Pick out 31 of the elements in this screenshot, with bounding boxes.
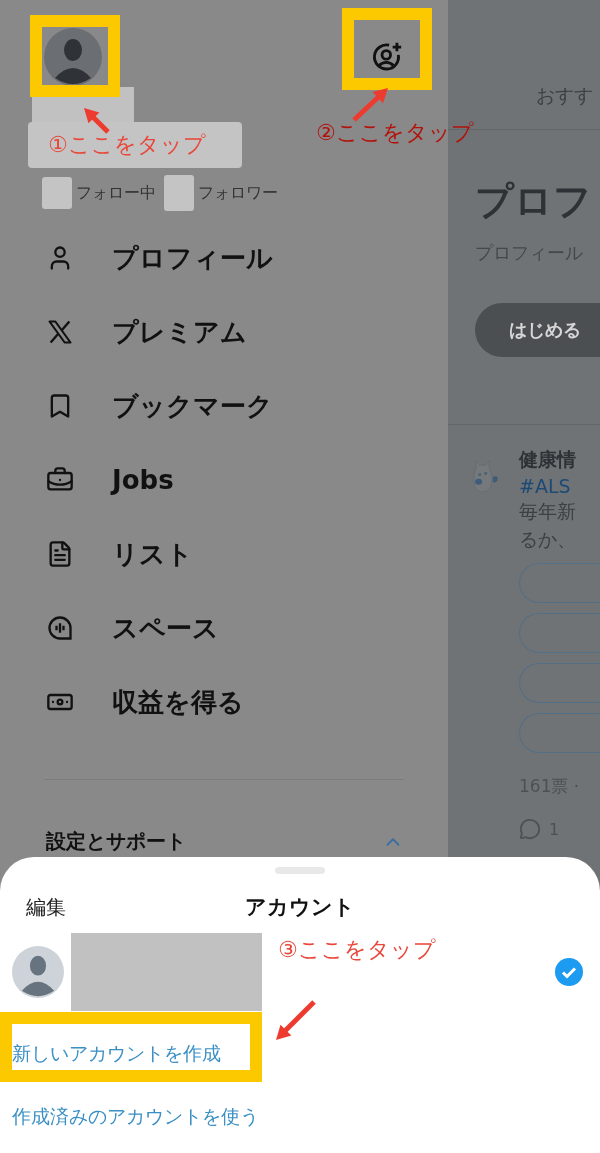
start-button[interactable]: はじめる — [475, 303, 600, 357]
edit-button[interactable]: 編集 — [26, 893, 66, 921]
menu-item[interactable]: プロフィール — [0, 221, 448, 295]
microphone-icon — [46, 614, 74, 642]
briefcase-icon — [46, 466, 74, 494]
post-author: 健康情 — [519, 447, 577, 472]
sheet-title: アカウント — [245, 894, 355, 921]
follow-label[interactable]: フォロー中 — [76, 182, 156, 204]
x-logo-icon — [46, 318, 74, 346]
promo-title: プロフ — [475, 178, 593, 225]
annotation-label: ①ここをタップ — [48, 131, 206, 159]
account-link[interactable]: 作成済みのアカウントを使う — [12, 1104, 600, 1130]
arrow — [276, 1000, 316, 1040]
menu-item[interactable]: スペース — [0, 591, 448, 665]
redaction-block — [164, 175, 194, 211]
annotation-label: ②ここをタップ — [316, 120, 474, 145]
annotation-label: ③ここをタップ — [278, 937, 436, 962]
arrow — [352, 88, 388, 122]
menu-item[interactable]: プレミアム — [0, 295, 448, 369]
avatar[interactable] — [12, 946, 64, 998]
menu-item[interactable]: Jobs — [0, 443, 448, 517]
settings-label[interactable]: 設定とサポート — [46, 828, 186, 855]
account-link[interactable]: 新しいアカウントを作成 — [12, 1041, 600, 1067]
menu-item[interactable]: ブックマーク — [0, 369, 448, 443]
menu-item[interactable]: 収益を得る — [0, 665, 448, 739]
follow-label[interactable]: フォロワー — [198, 182, 278, 204]
arrow — [84, 108, 110, 134]
avatar[interactable] — [44, 28, 102, 86]
redaction-block — [42, 177, 72, 209]
reply-icon[interactable] — [519, 818, 541, 840]
menu-item[interactable]: リスト — [0, 517, 448, 591]
